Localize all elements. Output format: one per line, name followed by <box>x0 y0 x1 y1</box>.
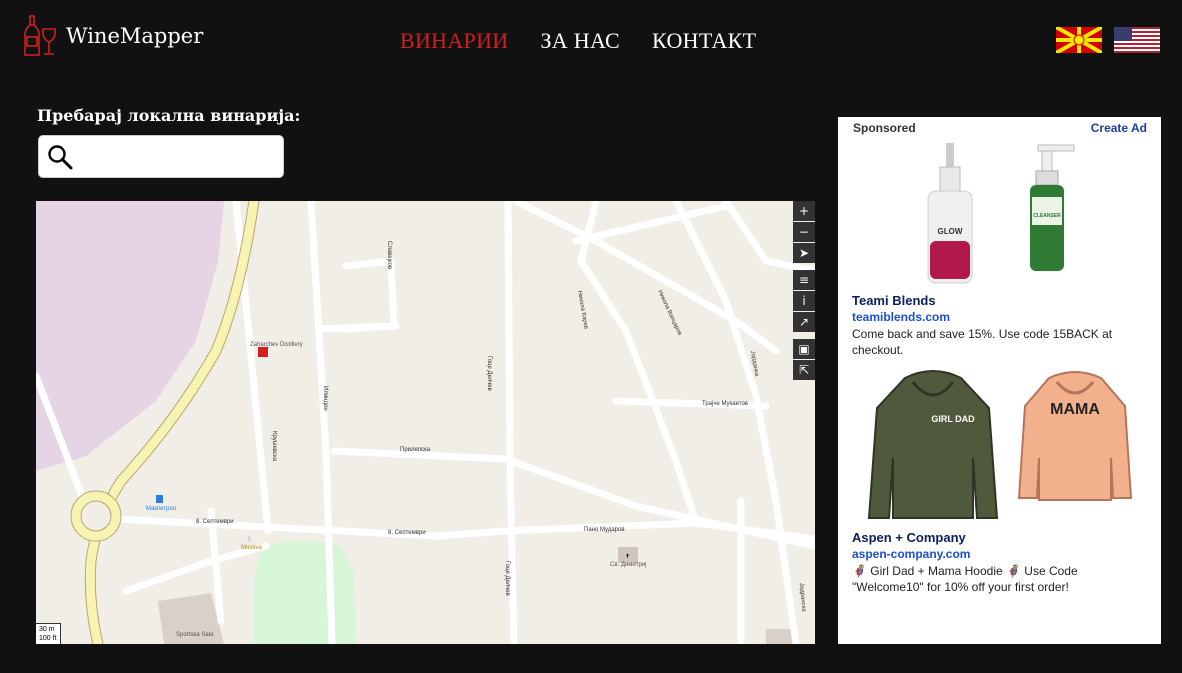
cleanser-bottle-image: CLEANSER <box>1029 144 1074 271</box>
street-label: Крушевска <box>271 431 277 462</box>
locate-button[interactable]: ➤ <box>793 243 815 263</box>
street-label: Гоце Делчев <box>486 356 492 391</box>
nav-about[interactable]: ЗА НАС <box>540 28 620 54</box>
sponsored-label: Sponsored <box>853 121 916 135</box>
mk-flag-icon[interactable] <box>1056 27 1102 53</box>
poi-sport-label: Sportska Sala <box>176 632 214 638</box>
street-label: Јадранска <box>798 583 807 613</box>
street-label: Пано Мударов <box>584 527 625 533</box>
info-button[interactable]: i <box>793 291 815 311</box>
bottle-label-right: CLEANSER <box>1033 213 1061 219</box>
poi-restaurant-label: Moskva <box>241 545 262 551</box>
query-button[interactable]: ⇱ <box>793 360 815 380</box>
scale-meters: 30 m <box>39 626 55 633</box>
poi-distillery-label: Zaharchev Distillery <box>250 342 303 348</box>
zoom-in-button[interactable]: + <box>793 201 815 221</box>
street-label: Гоце Делчев <box>504 561 510 596</box>
street-label: 8. Септември <box>388 530 426 536</box>
nav-contact[interactable]: КОНТАКТ <box>652 28 756 54</box>
us-flag-icon[interactable] <box>1114 27 1160 53</box>
street-label: Никола Вапцаров <box>656 289 682 336</box>
street-label: Никола Карев <box>576 290 589 329</box>
layers-button[interactable]: ≡ <box>793 270 815 290</box>
search-input[interactable] <box>79 140 283 173</box>
map-tiles[interactable]: Славејков Илинден Прилепска 8. Септември… <box>36 201 815 644</box>
girl-dad-hoodie-image: GIRL DAD <box>867 370 998 519</box>
search-box[interactable] <box>38 135 284 178</box>
map-scale: 30 m 100 ft <box>36 623 61 644</box>
app-name: WineMapper <box>66 24 204 48</box>
ad-product-image-2[interactable]: GIRL DAD MAMA <box>838 368 1161 528</box>
search-label: Пребарај локална винарија: <box>37 106 301 125</box>
ad-title-2[interactable]: Aspen + Company <box>838 530 1161 545</box>
poi-church-label: Св. Димитриј <box>610 562 647 568</box>
hoodie-text-left: GIRL DAD <box>931 414 975 424</box>
nav-wineries[interactable]: ВИНАРИИ <box>400 28 508 54</box>
bottle-label-left: GLOW <box>937 227 962 236</box>
street-label: 8. Септември <box>196 519 234 525</box>
svg-text:🍴: 🍴 <box>246 535 253 543</box>
church-marker[interactable]: ✝ Св. Димитриј <box>610 547 647 568</box>
sponsored-ad-panel: Sponsored Create Ad GLOW CLEANSER Teami … <box>838 117 1161 644</box>
mama-hoodie-image: MAMA <box>1017 371 1132 501</box>
gas-station-marker[interactable]: Макпетрол <box>146 495 177 512</box>
hoodie-text-right: MAMA <box>1050 401 1100 418</box>
main-nav: ВИНАРИИ ЗА НАС КОНТАКТ <box>400 28 756 54</box>
wine-bottle-glass-icon <box>24 15 56 56</box>
street-label: Илинден <box>322 386 328 411</box>
scale-feet: 100 ft <box>39 635 57 642</box>
street-label: Трајче Мукаетов <box>702 401 748 407</box>
ad-domain-1[interactable]: teamiblends.com <box>838 310 1161 324</box>
zoom-out-button[interactable]: − <box>793 222 815 242</box>
distillery-marker[interactable]: Zaharchev Distillery <box>250 342 303 357</box>
ad-domain-2[interactable]: aspen-company.com <box>838 547 1161 561</box>
winery-map[interactable]: Славејков Илинден Прилепска 8. Септември… <box>36 201 815 644</box>
svg-text:✝: ✝ <box>625 553 630 560</box>
ad-product-image-1[interactable]: GLOW CLEANSER <box>838 141 1161 291</box>
map-controls: + − ➤ ≡ i ↗ ▣ ⇱ <box>793 201 815 381</box>
note-button[interactable]: ▣ <box>793 339 815 359</box>
language-switcher <box>1056 27 1160 53</box>
serum-bottle-image: GLOW <box>927 143 972 284</box>
ad-desc-1: Come back and save 15%. Use code 15BACK … <box>852 327 1113 357</box>
street-label: Славејков <box>386 241 392 269</box>
restaurant-marker[interactable]: 🍴 Moskva <box>241 535 262 551</box>
create-ad-link[interactable]: Create Ad <box>1091 121 1147 135</box>
share-button[interactable]: ↗ <box>793 312 815 332</box>
logo[interactable]: WineMapper <box>24 15 203 57</box>
ad-title-1[interactable]: Teami Blends <box>838 293 1161 308</box>
poi-gas-label: Макпетрол <box>146 506 177 512</box>
ad-desc-2: 🦸 Girl Dad + Mama Hoodie 🦸 Use Code "Wel… <box>852 564 1078 594</box>
search-icon <box>48 144 73 169</box>
street-label: Прилепска <box>400 447 431 453</box>
